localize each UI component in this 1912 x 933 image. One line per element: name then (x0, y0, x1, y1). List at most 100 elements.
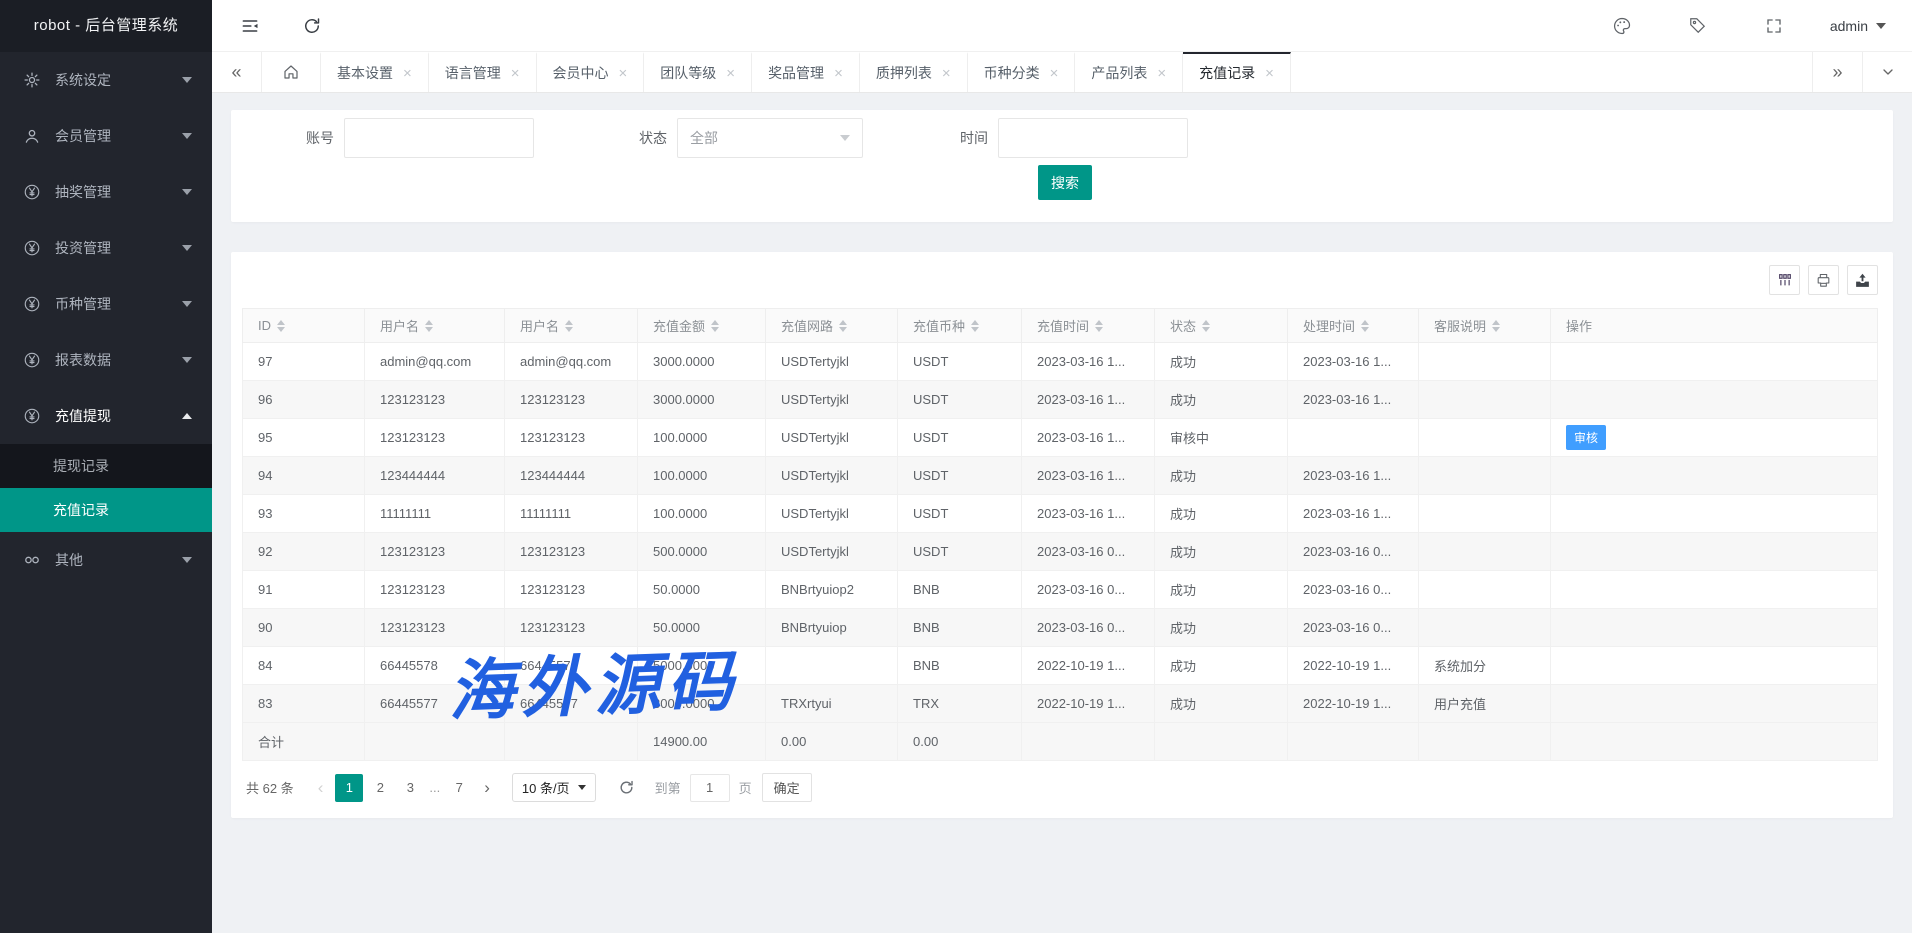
sort-icon[interactable] (1492, 320, 1500, 332)
tab-会员中心[interactable]: 会员中心× (537, 52, 645, 92)
prev-page-button[interactable]: ‹ (318, 778, 324, 798)
tab-团队等级[interactable]: 团队等级× (644, 52, 752, 92)
chevron-down-icon (1876, 23, 1886, 29)
sidebar-item-报表数据[interactable]: 报表数据 (0, 332, 212, 388)
gear-icon (22, 70, 42, 90)
close-icon[interactable]: × (1050, 66, 1059, 81)
close-icon[interactable]: × (511, 66, 520, 81)
time-input[interactable] (998, 118, 1188, 158)
column-header-label: 用户名 (520, 316, 559, 335)
page-button-1[interactable]: 1 (335, 774, 363, 802)
sidebar-item-label: 投资管理 (55, 238, 182, 258)
tag-icon[interactable] (1678, 6, 1718, 46)
sort-icon[interactable] (425, 320, 433, 332)
tab-质押列表[interactable]: 质押列表× (860, 52, 968, 92)
topbar: admin (212, 0, 1912, 52)
cell-status: 成功 (1155, 685, 1288, 723)
status-select[interactable]: 全部 (677, 118, 863, 158)
sort-icon[interactable] (711, 320, 719, 332)
tab-充值记录[interactable]: 充值记录 × (1183, 52, 1291, 92)
page-button-3[interactable]: 3 (397, 774, 423, 802)
sort-icon[interactable] (1095, 320, 1103, 332)
close-icon[interactable]: × (834, 66, 843, 81)
review-button[interactable]: 审核 (1566, 425, 1606, 450)
close-icon[interactable]: × (619, 66, 628, 81)
next-page-button[interactable]: › (484, 778, 490, 798)
columns-button[interactable] (1769, 265, 1800, 295)
sidebar-item-其他[interactable]: 其他 (0, 532, 212, 588)
refresh-table-button[interactable] (618, 779, 635, 796)
column-header-label: 用户名 (380, 316, 419, 335)
tab-基本设置[interactable]: 基本设置× (321, 52, 429, 92)
sidebar: robot - 后台管理系统 系统设定会员管理抽奖管理投资管理币种管理报表数据充… (0, 0, 212, 933)
sidebar-item-充值提现[interactable]: 充值提现 (0, 388, 212, 444)
cell-amount: 3000.0000 (638, 381, 766, 419)
page-button-2[interactable]: 2 (367, 774, 393, 802)
sidebar-item-抽奖管理[interactable]: 抽奖管理 (0, 164, 212, 220)
tab-label: 语言管理 (445, 63, 501, 83)
tab-币种分类[interactable]: 币种分类× (968, 52, 1076, 92)
cell-network: USDTertyjkl (766, 533, 898, 571)
tab-奖品管理[interactable]: 奖品管理× (752, 52, 860, 92)
account-input[interactable] (344, 118, 534, 158)
sort-icon[interactable] (971, 320, 979, 332)
sidebar-item-会员管理[interactable]: 会员管理 (0, 108, 212, 164)
sidebar-item-币种管理[interactable]: 币种管理 (0, 276, 212, 332)
cell-amount: 100.0000 (638, 457, 766, 495)
close-icon[interactable]: × (1265, 66, 1274, 81)
sort-icon[interactable] (839, 320, 847, 332)
table-toolbar (231, 252, 1893, 308)
cell-coin: USDT (898, 533, 1022, 571)
collapse-sidebar-icon[interactable] (230, 6, 270, 46)
page-button-7[interactable]: 7 (446, 774, 472, 802)
column-header-充值币种: 充值币种 (898, 309, 1022, 343)
tab-home[interactable] (262, 52, 321, 92)
search-button[interactable]: 搜索 (1038, 165, 1092, 200)
app-root: robot - 后台管理系统 系统设定会员管理抽奖管理投资管理币种管理报表数据充… (0, 0, 1912, 933)
cell-note (1419, 419, 1551, 457)
confirm-button[interactable]: 确定 (762, 773, 812, 802)
cell-time: 2023-03-16 0... (1022, 571, 1155, 609)
close-icon[interactable]: × (726, 66, 735, 81)
close-icon[interactable]: × (1157, 66, 1166, 81)
sidebar-item-系统设定[interactable]: 系统设定 (0, 52, 212, 108)
goto-page-input[interactable] (690, 774, 730, 802)
print-button[interactable] (1808, 265, 1839, 295)
close-icon[interactable]: × (942, 66, 951, 81)
cell-process_time: 2022-10-19 1... (1288, 685, 1419, 723)
tab-bar: « 基本设置×语言管理×会员中心×团队等级×奖品管理×质押列表×币种分类×产品列… (212, 52, 1912, 93)
cell-username2: 123123123 (505, 571, 638, 609)
tab-产品列表[interactable]: 产品列表× (1075, 52, 1183, 92)
refresh-icon[interactable] (292, 6, 332, 46)
cell-username: 123123123 (365, 533, 505, 571)
sidebar-item-投资管理[interactable]: 投资管理 (0, 220, 212, 276)
palette-icon[interactable] (1602, 6, 1642, 46)
total-cell (1419, 723, 1551, 761)
cell-action (1551, 495, 1878, 533)
tabs-menu-button[interactable] (1862, 52, 1912, 92)
tabs-scroll-left-button[interactable]: « (212, 52, 262, 92)
tab-label: 充值记录 (1199, 63, 1255, 83)
page-size-select[interactable]: 10 条/页 (512, 773, 596, 802)
sort-icon[interactable] (277, 320, 285, 332)
sort-icon[interactable] (565, 320, 573, 332)
tabs-scroll-right-button[interactable]: » (1812, 52, 1862, 92)
sort-icon[interactable] (1361, 320, 1369, 332)
topbar-left (212, 6, 332, 46)
cell-status: 成功 (1155, 495, 1288, 533)
cell-amount: 50.0000 (638, 571, 766, 609)
fullscreen-icon[interactable] (1754, 6, 1794, 46)
sidebar-subitem-提现记录[interactable]: 提现记录 (0, 444, 212, 488)
export-button[interactable] (1847, 265, 1878, 295)
column-header-label: 充值网路 (781, 316, 833, 335)
user-menu[interactable]: admin (1830, 18, 1886, 34)
column-header-客服说明: 客服说明 (1419, 309, 1551, 343)
cell-network: USDTertyjkl (766, 457, 898, 495)
sidebar-subitem-充值记录[interactable]: 充值记录 (0, 488, 212, 532)
column-header-label: 操作 (1566, 316, 1592, 335)
sort-icon[interactable] (1202, 320, 1210, 332)
tab-语言管理[interactable]: 语言管理 × (429, 52, 537, 92)
close-icon[interactable]: × (403, 66, 412, 81)
column-header-用户名: 用户名 (365, 309, 505, 343)
pagination-bar: 共 62 条‹123...7›10 条/页到第页确定 (231, 761, 1893, 816)
